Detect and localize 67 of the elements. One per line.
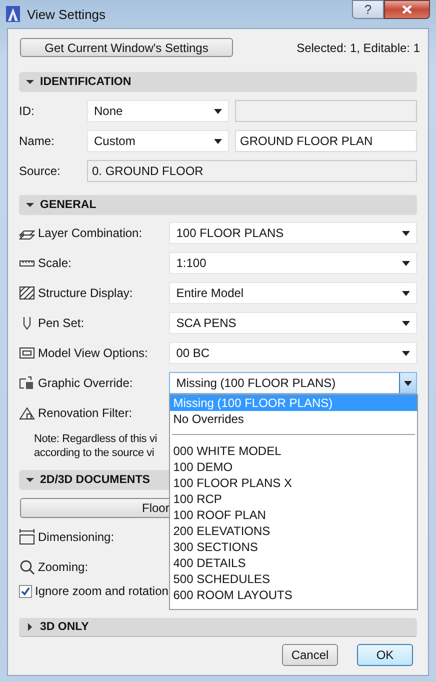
- field-label: Structure Display:: [38, 286, 133, 300]
- dimension-icon: [19, 529, 35, 545]
- field-label: Dimensioning:: [38, 530, 114, 544]
- caret-icon: [402, 350, 410, 356]
- close-button[interactable]: [384, 0, 430, 19]
- caret-icon: [402, 230, 410, 236]
- override-icon: [19, 376, 35, 390]
- house-icon: [19, 406, 35, 420]
- note-text: Note: Regardless of this vi: [34, 432, 157, 446]
- menu-item[interactable]: 100 ROOF PLAN: [170, 507, 418, 523]
- dropdown[interactable]: 100 FLOOR PLANS: [169, 222, 417, 244]
- dropdown[interactable]: 00 BC: [169, 342, 417, 364]
- menu-item[interactable]: 100 FLOOR PLANS X: [170, 475, 418, 491]
- get-settings-button[interactable]: Get Current Window's Settings: [20, 38, 233, 57]
- source-field: 0. GROUND FLOOR: [87, 160, 417, 182]
- menu-item[interactable]: 100 RCP: [170, 491, 418, 507]
- caret-icon: [402, 290, 410, 296]
- search-icon: [19, 559, 35, 575]
- collapse-icon: [26, 78, 34, 86]
- window-title: View Settings: [27, 6, 106, 22]
- field-label: Pen Set:: [38, 316, 84, 330]
- field-label: Name:: [19, 134, 56, 148]
- checkbox-label: Ignore zoom and rotation: [35, 584, 168, 598]
- id-dropdown[interactable]: None: [87, 100, 229, 122]
- note-text: according to the source vi: [34, 446, 154, 460]
- name-dropdown[interactable]: Custom: [87, 130, 229, 152]
- dropdown[interactable]: 1:100: [169, 252, 417, 274]
- help-button[interactable]: ?: [352, 0, 384, 19]
- field-label: Graphic Override:: [38, 376, 133, 390]
- field-label: ID:: [19, 104, 36, 118]
- caret-icon: [404, 380, 412, 386]
- menu-item[interactable]: 500 SCHEDULES: [170, 571, 418, 587]
- selection-status: Selected: 1, Editable: 1: [296, 40, 420, 54]
- ok-button[interactable]: OK: [357, 644, 413, 666]
- field-label: Scale:: [38, 256, 72, 270]
- close-icon: [402, 5, 412, 14]
- menu-item[interactable]: 100 DEMO: [170, 459, 418, 475]
- menu-item[interactable]: 600 ROOM LAYOUTS: [170, 587, 418, 603]
- field-label: Model View Options:: [38, 346, 148, 360]
- section-header[interactable]: IDENTIFICATION: [19, 72, 417, 92]
- monitor-icon: [19, 346, 35, 360]
- menu-item[interactable]: No Overrides: [170, 411, 418, 427]
- field-label: Renovation Filter:: [38, 406, 132, 420]
- menu-item[interactable]: 300 SECTIONS: [170, 539, 418, 555]
- expand-icon: [26, 623, 34, 631]
- menu-item[interactable]: 400 DETAILS: [170, 555, 418, 571]
- caret-icon: [402, 260, 410, 266]
- hatch-icon: [19, 286, 35, 300]
- section-header[interactable]: 3D ONLY: [19, 618, 417, 637]
- dropdown[interactable]: SCA PENS: [169, 312, 417, 334]
- field-label: Layer Combination:: [38, 226, 142, 240]
- name-text-field[interactable]: GROUND FLOOR PLAN: [235, 130, 417, 152]
- caret-icon: [214, 138, 222, 144]
- field-label: Zooming:: [38, 560, 88, 574]
- caret-icon: [214, 108, 222, 114]
- collapse-icon: [26, 476, 34, 484]
- menu-item[interactable]: 000 WHITE MODEL: [170, 443, 418, 459]
- field-label: Source:: [19, 164, 62, 178]
- menu-item[interactable]: 200 ELEVATIONS: [170, 523, 418, 539]
- cancel-button[interactable]: Cancel: [282, 644, 338, 666]
- collapse-icon: [26, 201, 34, 209]
- checkbox[interactable]: [19, 584, 32, 598]
- app-logo-icon: [6, 6, 20, 22]
- section-header[interactable]: GENERAL: [19, 195, 417, 215]
- caret-icon: [402, 320, 410, 326]
- dropdown[interactable]: Entire Model: [169, 282, 417, 304]
- check-icon: [21, 586, 30, 596]
